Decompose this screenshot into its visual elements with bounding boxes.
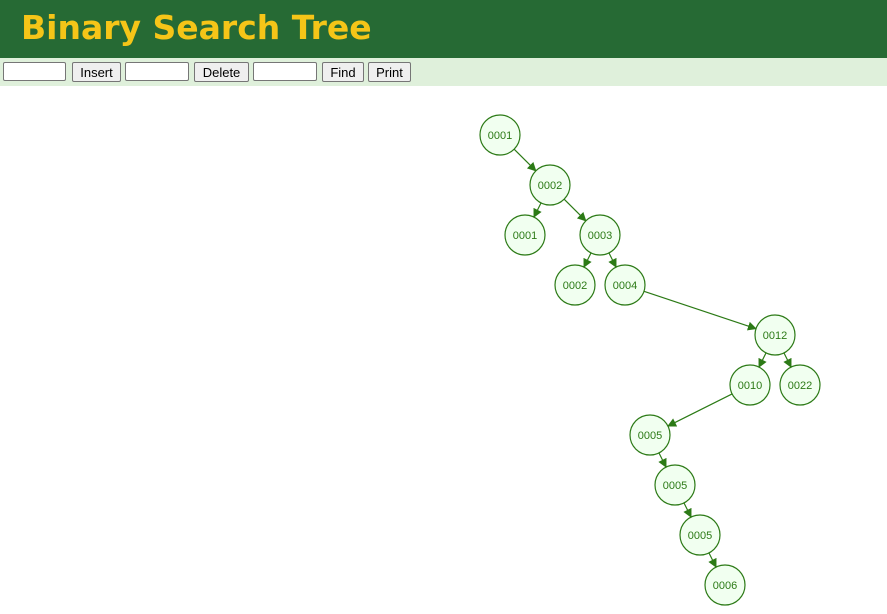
tree-node-label: 0010 [738, 380, 762, 392]
tree-edge [513, 148, 537, 172]
tree-canvas: 0001 0002 0001 0003 0002 0004 0012 0010 0022 0005… [479, 114, 821, 606]
tree-node[interactable]: 0005 [654, 464, 696, 506]
tree-node-label: 0005 [663, 480, 687, 492]
print-button[interactable]: Print [368, 62, 411, 82]
tree-edge [708, 552, 717, 568]
delete-button[interactable]: Delete [194, 62, 249, 82]
tree-node[interactable]: 0005 [629, 414, 671, 456]
tree-node[interactable]: 0003 [579, 214, 621, 256]
tree-node-label: 0002 [538, 180, 562, 192]
insert-input[interactable] [3, 62, 66, 81]
tree-node-label: 0012 [763, 330, 787, 342]
tree-edge [643, 290, 757, 331]
tree-edge [533, 202, 542, 218]
tree-edge [608, 252, 617, 268]
tree-node-label: 0005 [688, 530, 712, 542]
tree-node[interactable]: 0004 [604, 264, 646, 306]
tree-node-label: 0006 [713, 580, 737, 592]
tree-node-label: 0001 [513, 230, 537, 242]
toolbar: Insert Delete Find Print [0, 58, 887, 86]
tree-node-label: 0003 [588, 230, 612, 242]
tree-node-label: 0002 [563, 280, 587, 292]
tree-node[interactable]: 0002 [554, 264, 596, 306]
tree-node[interactable]: 0002 [529, 164, 571, 206]
tree-nodes: 0001 0002 0001 0003 0002 0004 0012 0010 0022 0005… [479, 114, 821, 606]
delete-input[interactable] [125, 62, 189, 81]
tree-node[interactable]: 0010 [729, 364, 771, 406]
tree-edge [783, 352, 792, 368]
tree-edge [658, 452, 667, 468]
tree-node[interactable]: 0022 [779, 364, 821, 406]
tree-node[interactable]: 0001 [479, 114, 521, 156]
page-header: Binary Search Tree [0, 0, 887, 58]
tree-edge [758, 352, 767, 368]
tree-edges [513, 148, 792, 568]
tree-node[interactable]: 0006 [704, 564, 746, 606]
tree-node[interactable]: 0012 [754, 314, 796, 356]
tree-node-label: 0022 [788, 380, 812, 392]
tree-edge [563, 198, 587, 222]
tree-node-label: 0001 [488, 130, 512, 142]
tree-node-label: 0004 [613, 280, 637, 292]
tree-edge [683, 502, 692, 518]
tree-edge [583, 252, 592, 268]
page-title: Binary Search Tree [21, 8, 372, 47]
tree-edge [667, 393, 733, 427]
tree-node-label: 0005 [638, 430, 662, 442]
find-button[interactable]: Find [322, 62, 364, 82]
insert-button[interactable]: Insert [72, 62, 121, 82]
tree-node[interactable]: 0005 [679, 514, 721, 556]
tree-node[interactable]: 0001 [504, 214, 546, 256]
find-input[interactable] [253, 62, 317, 81]
